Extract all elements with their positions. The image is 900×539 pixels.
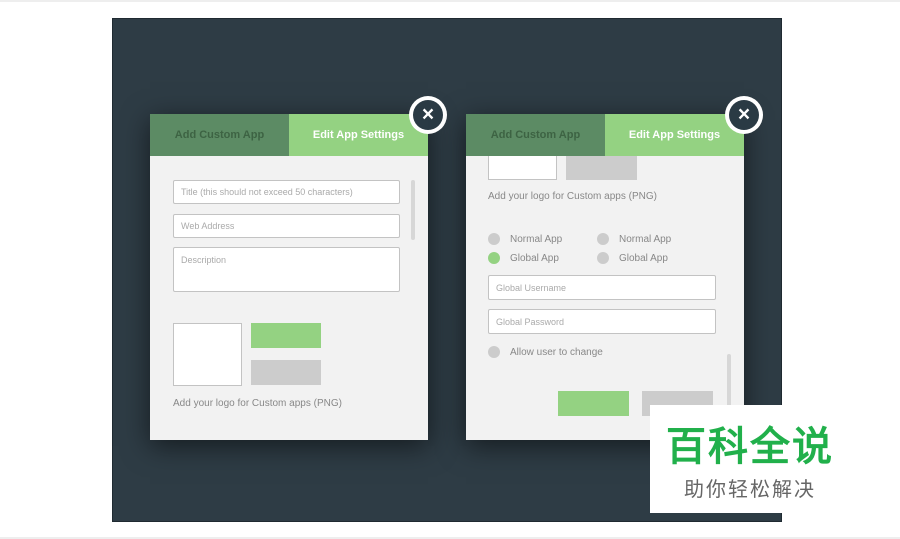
global-password-placeholder: Global Password xyxy=(496,316,565,327)
radio-label: Normal App xyxy=(619,233,672,245)
dialog-tabs: Add Custom App Edit App Settings xyxy=(150,114,428,156)
upload-logo-button[interactable] xyxy=(251,323,321,348)
logo-preview[interactable] xyxy=(488,156,557,180)
scrollbar[interactable] xyxy=(411,180,415,240)
radio-label: Normal App xyxy=(510,233,563,245)
tab-edit-app-settings[interactable]: Edit App Settings xyxy=(605,114,744,156)
web-address-input[interactable]: Web Address xyxy=(173,214,400,238)
radio-label: Global App xyxy=(619,252,668,264)
tab-add-custom-app[interactable]: Add Custom App xyxy=(150,114,289,156)
allow-change-label: Allow user to change xyxy=(510,346,603,358)
radio-global-app-2[interactable]: Global App xyxy=(597,252,668,264)
watermark-title: 百科全说 xyxy=(666,425,834,469)
radio-global-app-1[interactable]: Global App xyxy=(488,252,559,264)
allow-user-change-option[interactable]: Allow user to change xyxy=(488,346,603,358)
logo-caption: Add your logo for Custom apps (PNG) xyxy=(173,398,342,409)
remove-logo-button[interactable] xyxy=(566,156,637,180)
logo-preview[interactable] xyxy=(173,323,242,386)
custom-app-dialog-right: Add Custom App Edit App Settings × Add y… xyxy=(466,96,763,440)
radio-circle-selected xyxy=(488,252,500,264)
close-icon: × xyxy=(413,100,443,130)
web-address-placeholder: Web Address xyxy=(181,221,235,231)
watermark-subtitle: 助你轻松解决 xyxy=(684,479,816,501)
top-divider xyxy=(0,0,900,2)
tab-add-custom-app[interactable]: Add Custom App xyxy=(466,114,605,156)
global-username-input[interactable]: Global Username xyxy=(488,275,716,300)
dialog-tabs: Add Custom App Edit App Settings xyxy=(466,114,744,156)
save-button[interactable] xyxy=(558,391,629,416)
logo-caption: Add your logo for Custom apps (PNG) xyxy=(488,191,657,202)
close-icon: × xyxy=(729,100,759,130)
remove-logo-button[interactable] xyxy=(251,360,321,385)
radio-circle xyxy=(488,346,500,358)
watermark-logo: 百科全说 助你轻松解决 xyxy=(650,405,850,513)
radio-normal-app-1[interactable]: Normal App xyxy=(488,233,562,245)
title-input-placeholder: Title (this should not exceed 50 charact… xyxy=(181,187,353,197)
description-placeholder: Description xyxy=(181,255,227,265)
radio-normal-app-2[interactable]: Normal App xyxy=(597,233,671,245)
radio-label: Global App xyxy=(510,252,559,264)
tab-edit-app-settings[interactable]: Edit App Settings xyxy=(289,114,428,156)
radio-circle xyxy=(488,233,500,245)
custom-app-dialog-left: Add Custom App Edit App Settings × Title… xyxy=(150,96,447,440)
radio-circle xyxy=(597,252,609,264)
description-input[interactable]: Description xyxy=(173,247,400,292)
radio-circle xyxy=(597,233,609,245)
close-button[interactable]: × xyxy=(725,96,763,134)
close-button[interactable]: × xyxy=(409,96,447,134)
title-input[interactable]: Title (this should not exceed 50 charact… xyxy=(173,180,400,204)
global-password-input[interactable]: Global Password xyxy=(488,309,716,334)
global-username-placeholder: Global Username xyxy=(496,282,567,293)
